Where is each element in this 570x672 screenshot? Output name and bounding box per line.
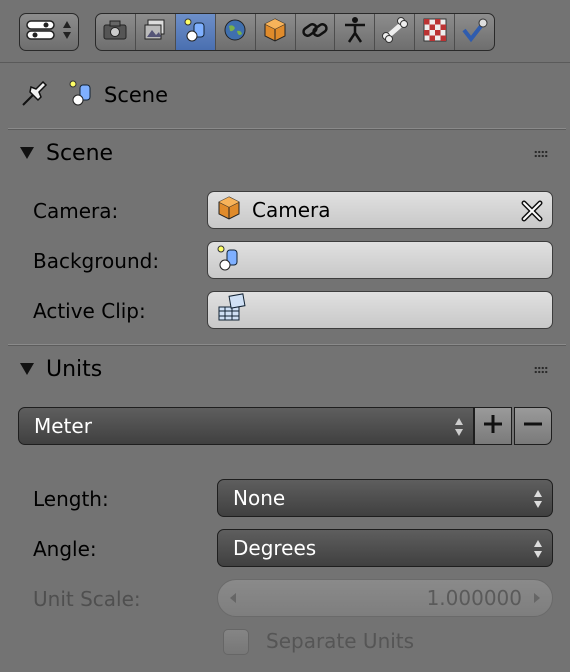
plus-icon — [482, 413, 504, 439]
camera-label: Camera: — [33, 199, 119, 223]
angle-label: Angle: — [33, 537, 97, 561]
pin-icon[interactable] — [20, 78, 52, 112]
angle-dropdown[interactable]: Degrees — [217, 529, 553, 567]
properties-editor-icon — [26, 19, 56, 45]
tab-object[interactable] — [256, 14, 296, 50]
breadcrumb: Scene — [20, 78, 168, 112]
drag-grip-icon[interactable] — [534, 150, 548, 158]
figure-icon — [342, 16, 368, 48]
background-field[interactable] — [207, 241, 553, 279]
tab-render[interactable] — [96, 14, 136, 50]
tab-constraints[interactable] — [296, 14, 336, 50]
length-value: None — [233, 486, 286, 510]
scene-icon — [182, 17, 208, 47]
remove-preset-button[interactable] — [514, 407, 552, 445]
panel-title: Units — [46, 356, 103, 382]
cube-icon — [216, 195, 242, 225]
updown-arrows-icon — [62, 18, 72, 46]
units-panel-header[interactable]: Units — [20, 352, 102, 386]
check-icon — [461, 17, 489, 47]
link-icon — [301, 18, 329, 46]
updown-arrows-icon — [532, 538, 544, 565]
camera-icon — [102, 19, 128, 45]
tab-scene[interactable] — [175, 14, 216, 50]
context-tabs — [95, 13, 495, 51]
tab-data[interactable] — [375, 14, 416, 50]
panel-separator — [8, 344, 566, 346]
drag-grip-icon[interactable] — [534, 366, 548, 374]
movie-clip-icon — [216, 292, 248, 328]
decrement-arrow-icon[interactable] — [230, 593, 236, 603]
camera-field[interactable]: Camera — [207, 191, 553, 229]
separate-units-checkbox[interactable] — [223, 629, 249, 655]
tab-material[interactable] — [415, 14, 456, 50]
scene-icon — [216, 244, 240, 276]
world-icon — [222, 17, 248, 47]
updown-arrows-icon — [453, 416, 465, 443]
breadcrumb-scene-label: Scene — [104, 83, 169, 107]
angle-value: Degrees — [233, 536, 317, 560]
separate-units-label: Separate Units — [266, 629, 415, 653]
header-divider — [0, 62, 570, 63]
minus-icon — [522, 413, 544, 439]
updown-arrows-icon — [532, 488, 544, 515]
tab-world[interactable] — [216, 14, 256, 50]
active-clip-field[interactable] — [207, 291, 553, 329]
background-label: Background: — [33, 249, 160, 273]
bone-icon — [381, 17, 409, 47]
tab-modifiers[interactable] — [335, 14, 376, 50]
scene-panel-header[interactable]: Scene — [20, 136, 113, 170]
unit-scale-field[interactable]: 1.000000 — [217, 579, 553, 617]
collapse-triangle-icon — [20, 363, 34, 375]
panel-separator — [8, 128, 566, 130]
unit-scale-label: Unit Scale: — [33, 587, 141, 611]
length-dropdown[interactable]: None — [217, 479, 553, 517]
cube-icon — [262, 17, 288, 47]
close-icon[interactable] — [519, 198, 545, 228]
units-preset-value: Meter — [34, 414, 92, 438]
length-label: Length: — [33, 487, 109, 511]
tab-render-layers[interactable] — [136, 14, 176, 50]
layers-icon — [142, 18, 168, 46]
increment-arrow-icon[interactable] — [534, 593, 540, 603]
units-preset-menu[interactable]: Meter — [18, 407, 474, 445]
panel-title: Scene — [46, 140, 114, 166]
camera-value: Camera — [252, 198, 331, 222]
editor-type-button[interactable] — [19, 13, 79, 51]
checker-icon — [423, 18, 447, 46]
unit-scale-value: 1.000000 — [426, 586, 522, 610]
scene-icon — [68, 79, 94, 111]
collapse-triangle-icon — [20, 147, 34, 159]
tab-texture[interactable] — [455, 14, 494, 50]
active-clip-label: Active Clip: — [33, 299, 146, 323]
add-preset-button[interactable] — [474, 407, 512, 445]
